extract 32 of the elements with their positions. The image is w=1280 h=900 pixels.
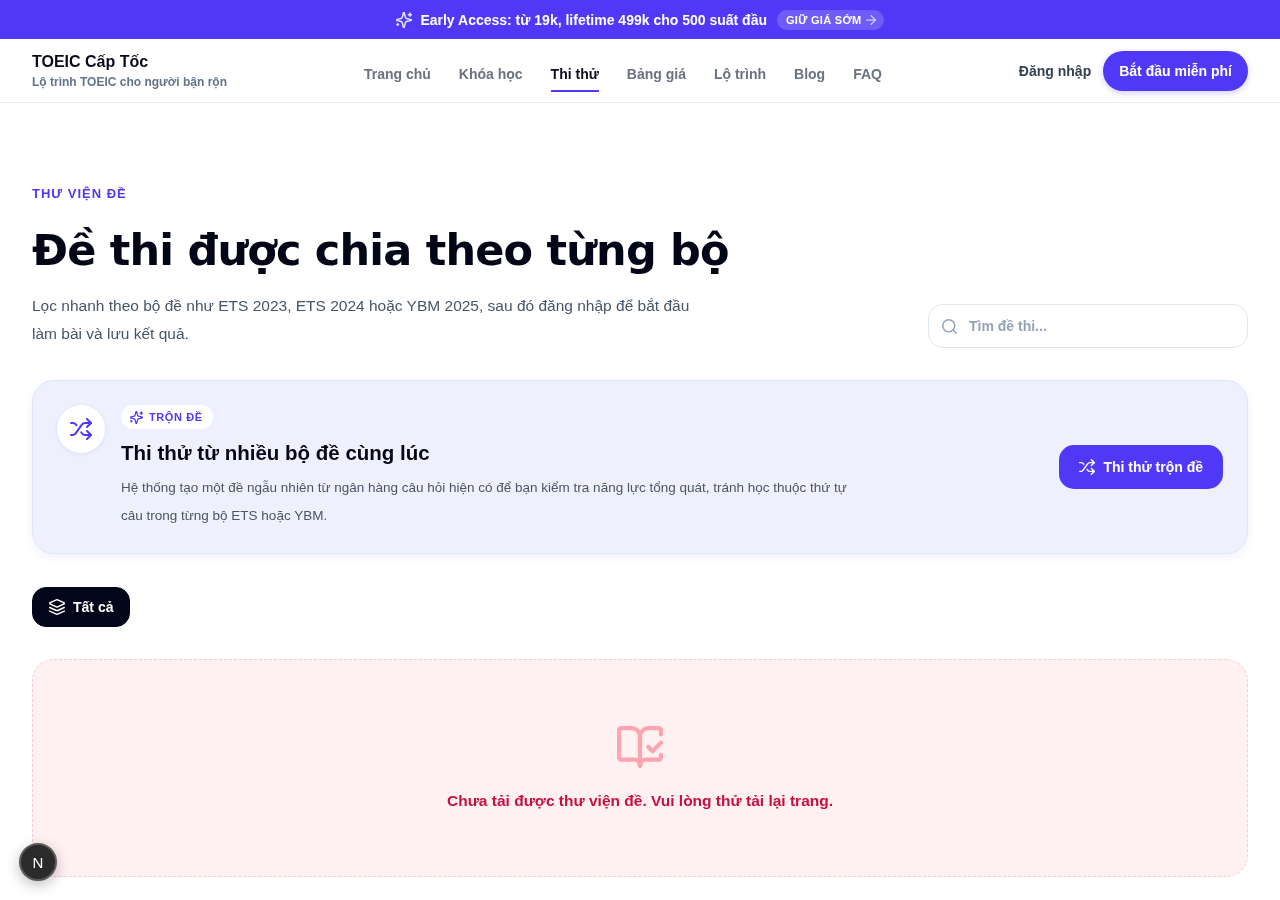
page-description: Lọc nhanh theo bộ đề như ETS 2023, ETS 2024 hoặc YBM 2025, sau đó đăng nhập để bắt đầu làm bài và lưu kết quả. (32, 296, 691, 344)
nav-link[interactable]: Bảng giá (626, 53, 686, 92)
card-title: Thi thử từ nhiều bộ đề cùng lúc (121, 440, 431, 466)
sparkles-icon (396, 11, 413, 28)
search-icon (942, 319, 957, 334)
badge-label: TRỘN ĐỀ (149, 411, 203, 423)
brand-name[interactable]: TOEIC Cấp Tốc (32, 51, 227, 71)
start-free-button[interactable]: Bắt đầu miễn phí (1103, 50, 1248, 91)
nav-link[interactable]: Lộ trình (713, 53, 767, 92)
shuffle-icon (1079, 459, 1096, 475)
nav-link[interactable]: Trang chủ (363, 53, 431, 92)
announcement-text: Early Access: từ 19k, lifetime 499k cho 500 suất đầu (420, 11, 767, 28)
login-link[interactable]: Đăng nhập (1018, 62, 1092, 79)
dev-tools-button[interactable]: N (19, 843, 57, 881)
section-eyebrow: THƯ VIỆN ĐỀ (32, 186, 128, 202)
shuffle-icon (57, 405, 105, 453)
arrow-right-icon (865, 14, 876, 25)
search-field[interactable]: Tìm đề thi... (928, 304, 1248, 348)
brand-tagline: Lộ trình TOEIC cho người bận rộn (32, 73, 227, 90)
nav-link[interactable]: Blog (794, 53, 826, 92)
layers-icon (49, 599, 65, 615)
page-title: Đề thi được chia theo từng bộ (32, 224, 730, 276)
early-price-link[interactable]: GIỮ GIÁ SỚM (777, 9, 884, 30)
card-description: Hệ thống tạo một đề ngẫu nhiên từ ngân hàng câu hỏi hiện có để bạn kiểm tra năng lực tổng quát, tránh học thuộc thứ tự câu trong từng bộ ETS hoặc YBM. (121, 479, 848, 525)
sparkles-icon (130, 410, 143, 424)
book-check-icon (617, 726, 663, 768)
nav-link[interactable]: Thi thử (550, 53, 599, 92)
mixed-test-button[interactable]: Thi thử trộn đề (1059, 445, 1223, 489)
nav-link[interactable]: Khóa học (458, 53, 523, 92)
nav-link[interactable]: FAQ (853, 53, 882, 92)
error-message: Chưa tải được thư viện đề. Vui lòng thử tải lại trang. (446, 791, 833, 811)
filter-chip[interactable]: Tất cả (32, 587, 131, 627)
